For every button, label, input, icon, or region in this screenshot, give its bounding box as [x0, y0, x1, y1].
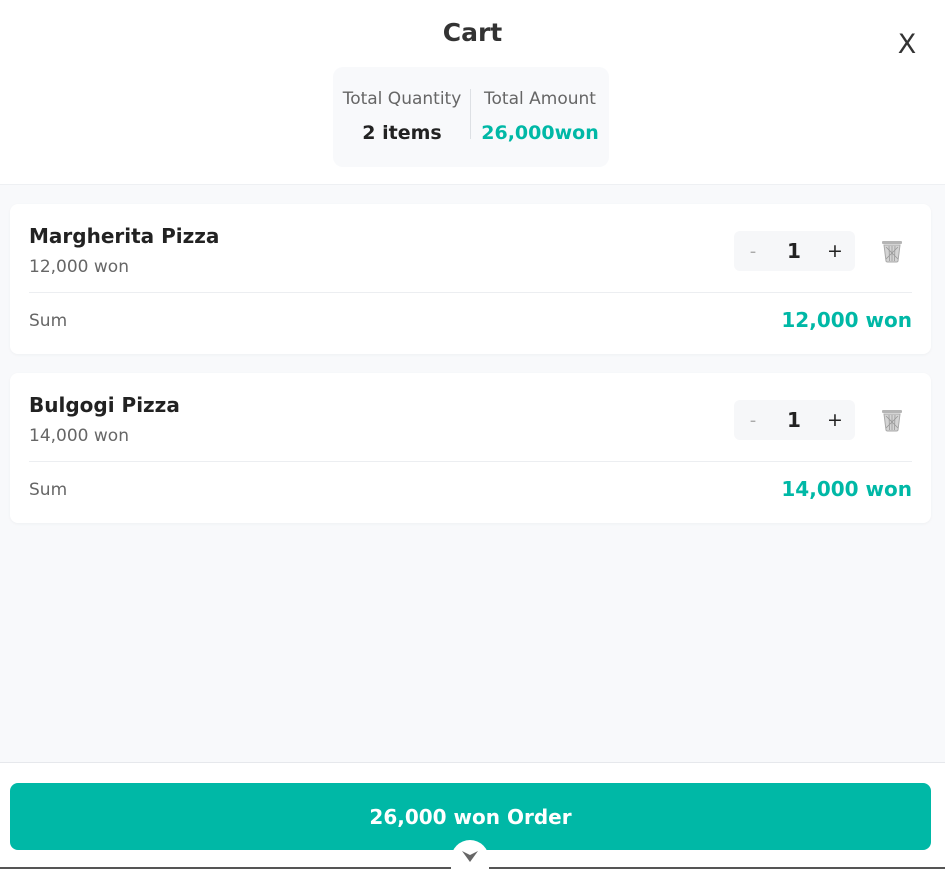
item-sum-label: Sum	[29, 480, 68, 500]
item-price: 12,000 won	[29, 257, 129, 277]
trash-icon[interactable]	[879, 406, 905, 434]
item-sum-value: 12,000 won	[781, 308, 912, 332]
total-amount: Total Amount 26,000won	[471, 67, 609, 167]
quantity-value: 1	[787, 408, 801, 432]
cart-item: Bulgogi Pizza 14,000 won - 1 + Sum 14,00…	[10, 373, 931, 523]
order-footer: 26,000 won Order	[0, 762, 945, 871]
quantity-stepper: - 1 +	[734, 400, 855, 440]
item-sum-value: 14,000 won	[781, 477, 912, 501]
cart-item: Margherita Pizza 12,000 won - 1 + Sum 12…	[10, 204, 931, 354]
decrease-button[interactable]: -	[734, 400, 772, 440]
close-button[interactable]: X	[890, 24, 924, 64]
item-sum-label: Sum	[29, 311, 68, 331]
total-amount-label: Total Amount	[484, 89, 596, 109]
increase-button[interactable]: +	[816, 231, 854, 271]
item-divider	[29, 292, 912, 293]
decrease-button[interactable]: -	[734, 231, 772, 271]
quantity-value: 1	[787, 239, 801, 263]
quantity-stepper: - 1 +	[734, 231, 855, 271]
total-quantity: Total Quantity 2 items	[333, 67, 471, 167]
total-quantity-value: 2 items	[362, 122, 442, 144]
total-amount-value: 26,000won	[481, 122, 599, 144]
page-title: Cart	[442, 18, 503, 47]
cart-summary: Total Quantity 2 items Total Amount 26,0…	[333, 67, 609, 167]
cart-header: Cart X Total Quantity 2 items Total Amou…	[0, 0, 945, 185]
increase-button[interactable]: +	[816, 400, 854, 440]
trash-icon[interactable]	[879, 237, 905, 265]
chevron-down-icon[interactable]	[451, 840, 489, 871]
item-name: Margherita Pizza	[29, 224, 220, 248]
item-divider	[29, 461, 912, 462]
item-price: 14,000 won	[29, 426, 129, 446]
total-quantity-label: Total Quantity	[342, 89, 462, 109]
item-name: Bulgogi Pizza	[29, 393, 180, 417]
